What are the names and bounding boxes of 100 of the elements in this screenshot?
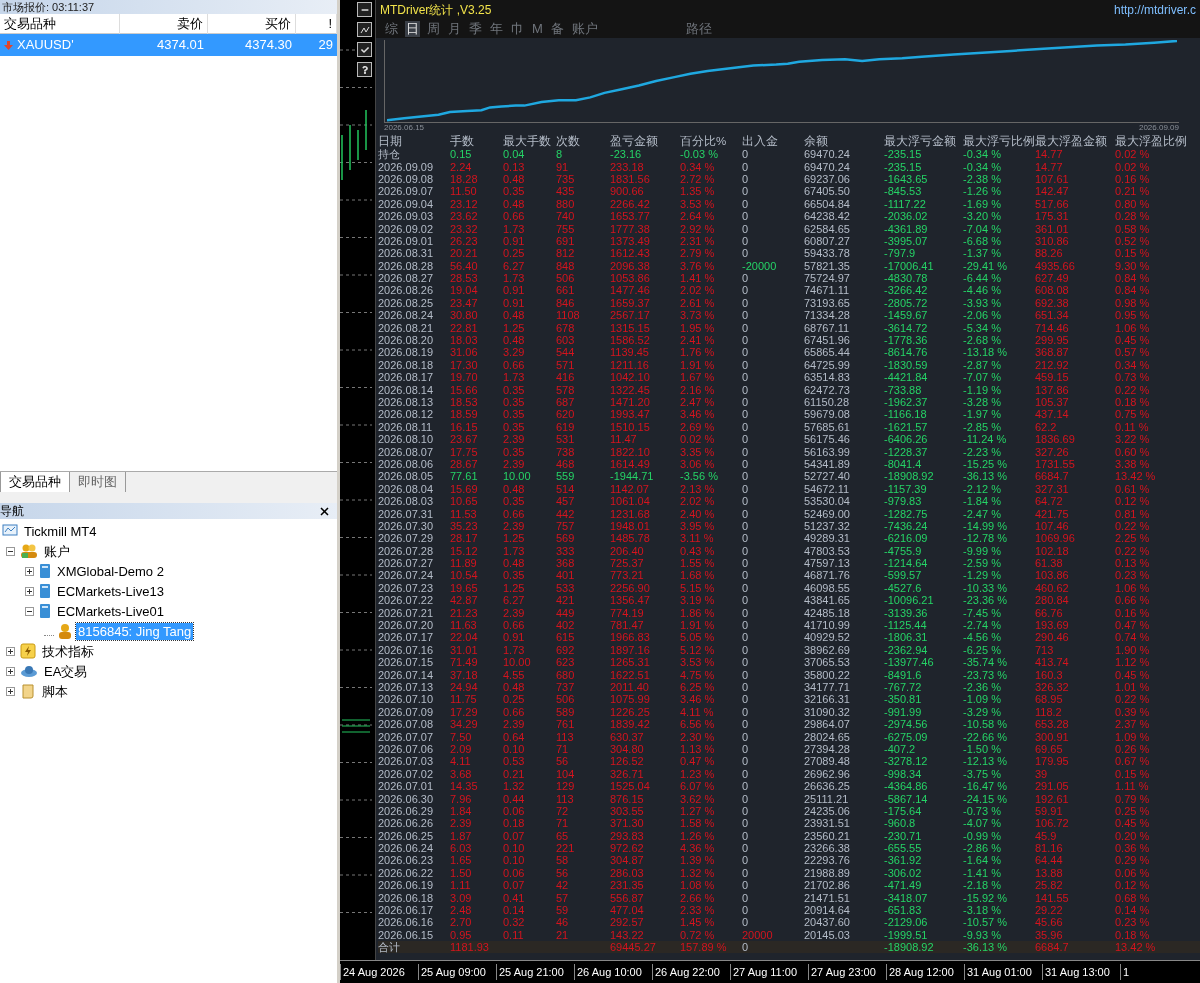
table-cell-text: 2026.07.30 <box>378 519 435 532</box>
expand-icon[interactable] <box>6 686 15 696</box>
table-cell-text: 持仓 <box>378 148 401 161</box>
table-cell-text: 1612.43 <box>610 247 651 260</box>
ask-price: 4374.30 <box>244 36 293 54</box>
table-cell-text: 2026.09.08 <box>378 172 435 185</box>
website-link[interactable]: http://mtdriver.c <box>1113 1 1196 19</box>
tree-item[interactable]: EA交易 <box>42 662 90 680</box>
table-cell-text: 56 <box>556 866 570 879</box>
table-cell-text: -991.99 <box>884 705 923 718</box>
tree-item[interactable]: ECMarkets-Live13 <box>55 582 166 600</box>
table-cell-text: 56163.99 <box>804 445 851 458</box>
tab[interactable]: 交易品种 <box>0 472 70 492</box>
period-tab[interactable]: 年 <box>489 21 504 37</box>
tree-item[interactable]: 技术指标 <box>40 642 96 660</box>
table-cell-text: 0.29 % <box>1115 854 1151 867</box>
period-tab[interactable]: 巾 <box>510 21 525 37</box>
table-cell-text: -4755.9 <box>884 544 923 557</box>
table-cell-text: 755 <box>556 222 576 235</box>
table-cell-text: 19.70 <box>450 371 479 384</box>
table-cell-text: 2.70 <box>450 916 473 929</box>
table-cell-text: 0.02 % <box>1115 160 1151 173</box>
table-cell-text: 0 <box>742 383 750 396</box>
period-tab[interactable]: 综 <box>384 21 399 37</box>
tree-item[interactable]: ECMarkets-Live01 <box>55 602 166 620</box>
period-tab[interactable]: 备 <box>549 21 565 37</box>
column-header: 最大浮盈比例 <box>1115 135 1188 148</box>
table-cell-text: 106.72 <box>1035 817 1070 830</box>
table-cell-text: 0 <box>742 817 750 830</box>
tree-item[interactable]: 脚本 <box>40 682 70 700</box>
table-cell-text: 506 <box>556 693 576 706</box>
tree-item[interactable]: XMGlobal-Demo 2 <box>55 562 166 580</box>
table-cell-text: 3.35 % <box>680 445 716 458</box>
table-cell-text: 0.68 % <box>1115 891 1151 904</box>
table-cell-text: 0.41 <box>503 891 526 904</box>
table-cell-text: 2026.09.07 <box>378 185 435 198</box>
table-cell-text: 1822.10 <box>610 445 651 458</box>
period-tab[interactable]: 周 <box>426 21 441 37</box>
help-icon[interactable] <box>357 62 372 77</box>
close-icon[interactable] <box>320 506 329 516</box>
table-cell-text: 2026.07.03 <box>378 755 435 768</box>
table-cell-text: 1.12 % <box>1115 656 1151 669</box>
table-cell-text: -2.36 % <box>963 681 1002 693</box>
minimize-icon[interactable] <box>357 2 372 17</box>
tree-item[interactable]: Tickmill MT4 <box>22 522 99 540</box>
table-cell-text: 0.02 % <box>680 433 716 446</box>
check-icon[interactable] <box>357 42 372 57</box>
table-cell-text: 11.53 <box>450 507 478 520</box>
table-cell-text: -3266.42 <box>884 284 929 297</box>
period-tab[interactable]: 月 <box>447 21 462 37</box>
period-tab[interactable]: 账户 <box>570 21 599 37</box>
time-label: 31 Aug 13:00 <box>1042 963 1120 981</box>
person-icon <box>58 623 72 639</box>
period-tab[interactable]: 季 <box>468 21 483 37</box>
period-tab[interactable]: 日 <box>405 21 420 37</box>
table-cell-text: -1228.37 <box>884 445 929 458</box>
table-cell-text: 7.96 <box>450 792 473 805</box>
table-cell-text: 1.25 <box>503 581 526 594</box>
zigzag-icon[interactable] <box>357 22 372 37</box>
table-cell-text: 280.84 <box>1035 594 1070 607</box>
expand-icon[interactable] <box>6 646 15 656</box>
table-cell-text: 0.15 % <box>1115 767 1151 780</box>
time-label: 31 Aug 01:00 <box>964 963 1042 981</box>
period-tab[interactable]: M <box>531 21 544 37</box>
table-cell-text: 31090.32 <box>804 705 851 718</box>
table-cell-text: -2805.72 <box>884 296 929 309</box>
column-header: 最大浮盈金额 <box>1035 135 1108 148</box>
table-cell-text: 0.02 % <box>1115 148 1151 161</box>
table-cell-text: 26636.25 <box>804 780 851 793</box>
table-cell-text: 29.22 <box>1035 904 1064 916</box>
expand-icon[interactable] <box>25 566 34 576</box>
table-cell-text: 0.66 <box>503 210 526 223</box>
table-cell-text: 326.32 <box>1035 681 1070 693</box>
collapse-icon[interactable] <box>25 606 34 616</box>
period-tab[interactable]: 路径 <box>684 21 713 37</box>
table-cell-text: 2026.08.27 <box>378 272 435 285</box>
table-cell-text: 1948.01 <box>610 519 651 532</box>
column-header: 百分比% <box>680 135 728 148</box>
expand-icon[interactable] <box>25 586 34 596</box>
table-cell-text: -8041.4 <box>884 457 923 470</box>
expand-icon[interactable] <box>6 666 15 676</box>
table-cell-text: 2.09 <box>450 742 473 755</box>
table-cell-text: 0.35 <box>503 495 526 508</box>
table-cell-text: 0.22 % <box>1115 544 1151 557</box>
table-cell-text: -11.24 % <box>963 433 1008 446</box>
table-cell-text: 26.23 <box>450 234 479 247</box>
table-cell-text: 459.15 <box>1035 371 1070 384</box>
table-cell-text: 0.47 % <box>1115 619 1151 632</box>
table-cell-text: 67405.50 <box>804 185 851 198</box>
table-cell-text: 0.22 % <box>1115 693 1151 706</box>
table-cell-text: 23.32 <box>450 222 479 235</box>
collapse-icon[interactable] <box>6 546 15 556</box>
tree-item[interactable]: 账户 <box>42 542 72 560</box>
tab[interactable]: 即时图 <box>70 472 126 492</box>
table-cell-text: -2.18 % <box>963 879 1002 892</box>
table-cell-text: 15.69 <box>450 482 479 495</box>
table-cell-text: 52727.40 <box>804 470 851 483</box>
table-cell-text: 31.01 <box>450 643 479 656</box>
table-cell-text: -4421.84 <box>884 371 929 384</box>
table-cell-text: 0.52 % <box>1115 234 1151 247</box>
